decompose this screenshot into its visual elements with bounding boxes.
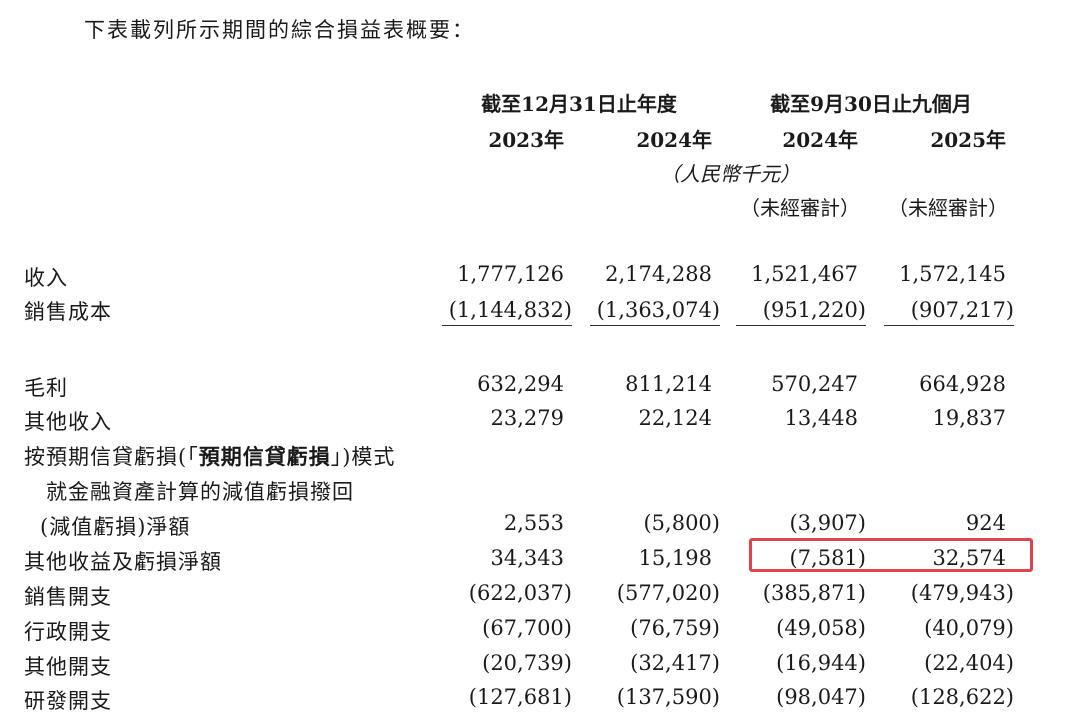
header-group-annual: 截至12月31日止年度 xyxy=(481,92,677,116)
cell-admin-9m2024: (49,058) xyxy=(776,616,866,640)
cell-other-gains-2023: 34,343 xyxy=(490,546,564,570)
cell-ecl-9m2025: 924 xyxy=(965,511,1006,535)
cell-other-income-2023: 23,279 xyxy=(490,406,564,430)
cell-revenue-2024: 2,174,288 xyxy=(605,262,712,286)
cell-cost-2023: (1,144,832) xyxy=(448,298,572,322)
cell-ecl-2023: 2,553 xyxy=(503,511,564,535)
ecl-label-defined-term: 預期信貸虧損 xyxy=(198,444,331,469)
cell-ecl-2024: (5,800) xyxy=(643,511,720,535)
cell-revenue-9m2025: 1,572,145 xyxy=(899,262,1006,286)
cell-admin-2023: (67,700) xyxy=(482,616,572,640)
ecl-label-part1: 按預期信貸虧損(「 xyxy=(24,445,199,469)
underline-col3 xyxy=(736,325,866,326)
intro-text: 下表載列所示期間的綜合損益表概要： xyxy=(84,18,475,42)
cell-selling-2023: (622,037) xyxy=(468,581,572,605)
cell-other-income-2024: 22,124 xyxy=(638,406,712,430)
underline-col4 xyxy=(884,325,1014,326)
cell-rd-2024: (137,590) xyxy=(616,685,720,709)
cell-other-gains-2024: 15,198 xyxy=(638,546,712,570)
cell-admin-9m2025: (40,079) xyxy=(924,616,1014,640)
header-year-col3: 2024年 xyxy=(782,128,858,152)
cell-gross-2024: 811,214 xyxy=(625,372,712,396)
cell-gross-2023: 632,294 xyxy=(477,372,564,396)
cell-rd-9m2024: (98,047) xyxy=(776,685,866,709)
cell-other-exp-2023: (20,739) xyxy=(482,651,572,675)
cell-admin-2024: (76,759) xyxy=(630,616,720,640)
cell-other-exp-9m2025: (22,404) xyxy=(924,651,1014,675)
row-label-other-gains-losses: 其他收益及虧損淨額 xyxy=(24,550,222,574)
row-label-gross-profit: 毛利 xyxy=(24,376,68,400)
header-year-col4: 2025年 xyxy=(930,128,1006,152)
cell-other-exp-9m2024: (16,944) xyxy=(776,651,866,675)
underline-col2 xyxy=(590,325,720,326)
unit-label: （人民幣千元） xyxy=(660,162,800,186)
cell-selling-2024: (577,020) xyxy=(616,581,720,605)
row-label-other-income: 其他收入 xyxy=(24,410,112,434)
row-label-ecl-line3: (減值虧損)淨額 xyxy=(40,515,191,539)
cell-other-income-9m2024: 13,448 xyxy=(784,406,858,430)
cell-cost-9m2024: (951,220) xyxy=(762,298,866,322)
cell-selling-9m2025: (479,943) xyxy=(910,581,1014,605)
row-label-other-expenses: 其他開支 xyxy=(24,655,112,679)
cell-cost-9m2025: (907,217) xyxy=(910,298,1014,322)
cell-selling-9m2024: (385,871) xyxy=(762,581,866,605)
cell-gross-9m2025: 664,928 xyxy=(919,372,1006,396)
cell-cost-2024: (1,363,074) xyxy=(596,298,720,322)
row-label-ecl-line1: 按預期信貸虧損(「預期信貸虧損」)模式 xyxy=(24,441,395,471)
row-label-revenue: 收入 xyxy=(24,266,68,290)
header-group-nine-months: 截至9月30日止九個月 xyxy=(770,92,972,116)
row-label-selling-expenses: 銷售開支 xyxy=(24,585,112,609)
ecl-label-part3: 」)模式 xyxy=(330,445,396,469)
cell-gross-9m2024: 570,247 xyxy=(771,372,858,396)
highlight-box xyxy=(749,538,1033,572)
unaudited-label-col4: （未經審計） xyxy=(888,196,1008,220)
unaudited-label-col3: （未經審計） xyxy=(740,196,860,220)
underline-col1 xyxy=(442,325,572,326)
cell-rd-9m2025: (128,622) xyxy=(910,685,1014,709)
row-label-rd-expenses: 研發開支 xyxy=(24,689,112,713)
cell-other-exp-2024: (32,417) xyxy=(630,651,720,675)
row-label-ecl-line2: 就金融資產計算的減值虧損撥回 xyxy=(46,480,354,504)
cell-revenue-2023: 1,777,126 xyxy=(457,262,564,286)
header-year-col2: 2024年 xyxy=(636,128,712,152)
cell-other-income-9m2025: 19,837 xyxy=(932,406,1006,430)
cell-revenue-9m2024: 1,521,467 xyxy=(751,262,858,286)
header-year-col1: 2023年 xyxy=(488,128,564,152)
cell-rd-2023: (127,681) xyxy=(468,685,572,709)
row-label-cost-of-sales: 銷售成本 xyxy=(24,300,112,324)
row-label-admin-expenses: 行政開支 xyxy=(24,620,112,644)
cell-ecl-9m2024: (3,907) xyxy=(789,511,866,535)
